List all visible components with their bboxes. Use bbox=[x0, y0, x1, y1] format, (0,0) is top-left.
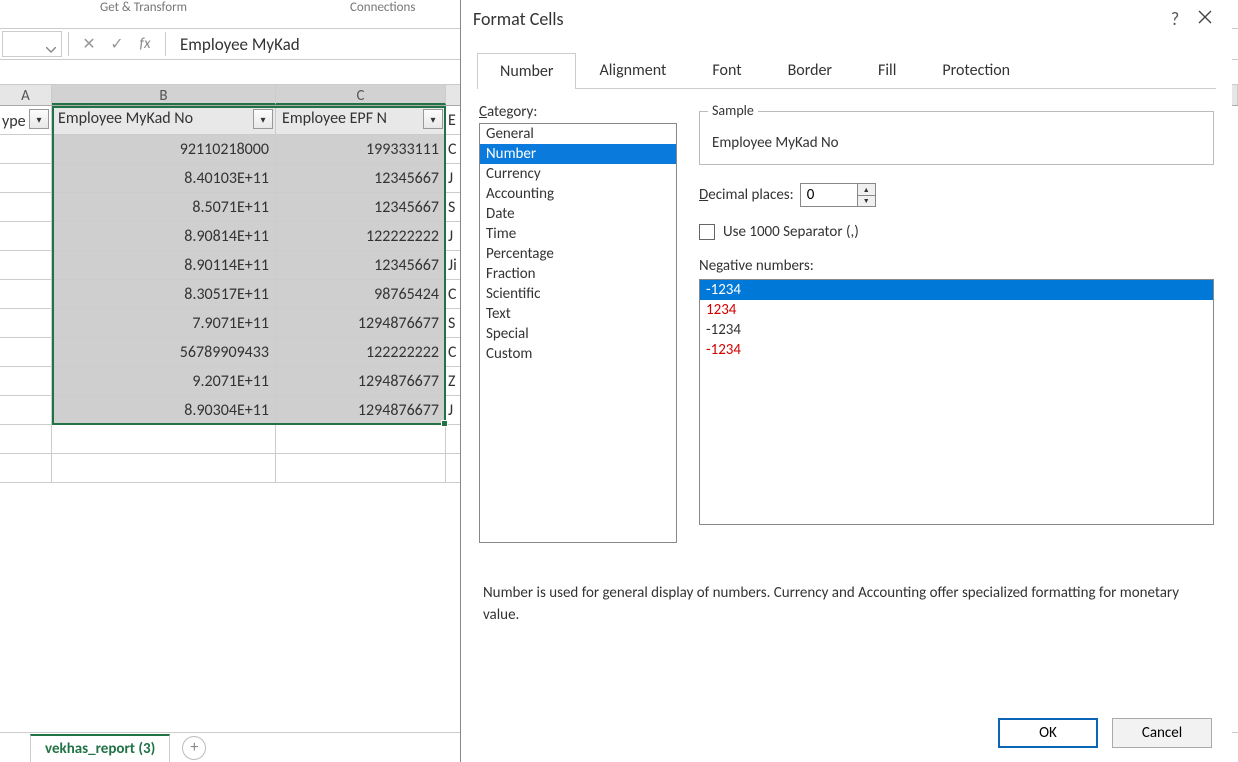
cell[interactable] bbox=[0, 135, 52, 164]
format-description: Number is used for general display of nu… bbox=[461, 543, 1232, 627]
filter-button[interactable]: ▾ bbox=[29, 109, 49, 129]
ok-button[interactable]: OK bbox=[998, 718, 1098, 748]
negative-numbers-label: Negative numbers: bbox=[699, 257, 1214, 275]
negative-number-option[interactable]: -1234 bbox=[700, 340, 1213, 360]
category-option[interactable]: Custom bbox=[480, 344, 676, 364]
help-icon[interactable]: ? bbox=[1160, 8, 1190, 30]
category-option[interactable]: Accounting bbox=[480, 184, 676, 204]
dialog-tabs: NumberAlignmentFontBorderFillProtection bbox=[477, 52, 1216, 89]
cell[interactable]: 8.30517E+11 bbox=[52, 280, 276, 309]
cell[interactable] bbox=[0, 338, 52, 367]
negative-number-option[interactable]: 1234 bbox=[700, 300, 1213, 320]
fx-icon[interactable]: fx bbox=[131, 31, 159, 57]
thousand-separator-row[interactable]: Use 1000 Separator (,) bbox=[699, 223, 1214, 241]
col-header-b[interactable]: B bbox=[52, 85, 276, 105]
spinner-up-icon[interactable]: ▲ bbox=[858, 184, 875, 196]
negative-number-option[interactable]: -1234 bbox=[700, 320, 1213, 340]
sample-box: Sample Employee MyKad No bbox=[699, 111, 1214, 165]
cell[interactable]: 122222222 bbox=[276, 222, 446, 251]
cell[interactable]: 12345667 bbox=[276, 164, 446, 193]
cell[interactable]: 122222222 bbox=[276, 338, 446, 367]
cell[interactable] bbox=[0, 309, 52, 338]
cell[interactable]: 92110218000 bbox=[52, 135, 276, 164]
cell[interactable] bbox=[0, 222, 52, 251]
dialog-titlebar: Format Cells ? bbox=[461, 0, 1232, 38]
thousand-separator-label: Use 1000 Separator (,) bbox=[723, 223, 859, 241]
cell[interactable]: 9.2071E+11 bbox=[52, 367, 276, 396]
category-option[interactable]: Time bbox=[480, 224, 676, 244]
cell[interactable]: 8.90814E+11 bbox=[52, 222, 276, 251]
cell[interactable] bbox=[0, 396, 52, 425]
ribbon-group-connections: Connections bbox=[350, 0, 415, 15]
cell[interactable]: 12345667 bbox=[276, 251, 446, 280]
cell-b-header: Employee MyKad No ▾ bbox=[52, 106, 276, 135]
category-option[interactable]: Text bbox=[480, 304, 676, 324]
sample-value: Employee MyKad No bbox=[710, 132, 1203, 154]
cell-a-header: ype ▾ bbox=[0, 106, 52, 135]
cancel-formula-icon[interactable]: ✕ bbox=[75, 31, 103, 57]
decimal-places-input[interactable] bbox=[801, 184, 857, 206]
name-box[interactable] bbox=[2, 31, 62, 57]
decimal-places-label: Decimal places: bbox=[699, 186, 794, 204]
cell[interactable]: 12345667 bbox=[276, 193, 446, 222]
sheet-tab-active[interactable]: vekhas_report (3) bbox=[30, 734, 170, 762]
cell[interactable]: 8.90304E+11 bbox=[52, 396, 276, 425]
negative-number-option[interactable]: -1234 bbox=[700, 280, 1213, 300]
cell[interactable]: 7.9071E+11 bbox=[52, 309, 276, 338]
cell-c-header: Employee EPF N ▾ bbox=[276, 106, 446, 135]
decimal-places-spinner[interactable]: ▲ ▼ bbox=[800, 183, 876, 207]
category-option[interactable]: Date bbox=[480, 204, 676, 224]
thousand-separator-checkbox[interactable] bbox=[699, 224, 715, 240]
filter-button[interactable]: ▾ bbox=[423, 109, 443, 129]
cancel-button[interactable]: Cancel bbox=[1112, 718, 1212, 748]
col-header-c[interactable]: C bbox=[276, 85, 446, 105]
tab-number[interactable]: Number bbox=[477, 53, 576, 89]
close-icon[interactable] bbox=[1190, 10, 1220, 29]
cell[interactable]: 98765424 bbox=[276, 280, 446, 309]
cell[interactable]: 1294876677 bbox=[276, 367, 446, 396]
cell[interactable]: 56789909433 bbox=[52, 338, 276, 367]
tab-border[interactable]: Border bbox=[765, 52, 855, 88]
negative-numbers-list[interactable]: -12341234-1234-1234 bbox=[699, 279, 1214, 525]
category-option[interactable]: Percentage bbox=[480, 244, 676, 264]
divider bbox=[165, 32, 166, 56]
divider bbox=[68, 32, 69, 56]
enter-formula-icon[interactable]: ✓ bbox=[103, 31, 131, 57]
decimal-places-row: Decimal places: ▲ ▼ bbox=[699, 183, 1214, 207]
cell[interactable] bbox=[0, 251, 52, 280]
format-cells-dialog: Format Cells ? NumberAlignmentFontBorder… bbox=[460, 0, 1232, 762]
ribbon-group-get-transform: Get & Transform bbox=[100, 0, 187, 15]
category-option[interactable]: General bbox=[480, 124, 676, 144]
tab-font[interactable]: Font bbox=[689, 52, 764, 88]
cell[interactable] bbox=[0, 280, 52, 309]
tab-protection[interactable]: Protection bbox=[919, 52, 1033, 88]
filter-button[interactable]: ▾ bbox=[253, 109, 273, 129]
cell[interactable] bbox=[0, 164, 52, 193]
cell[interactable]: 8.5071E+11 bbox=[52, 193, 276, 222]
cell[interactable]: 8.90114E+11 bbox=[52, 251, 276, 280]
spinner-down-icon[interactable]: ▼ bbox=[858, 196, 875, 207]
col-header-a[interactable]: A bbox=[0, 85, 52, 105]
category-label: Category: bbox=[479, 103, 679, 121]
chevron-down-icon[interactable] bbox=[46, 40, 58, 48]
dialog-footer: OK Cancel bbox=[998, 718, 1212, 748]
category-option[interactable]: Special bbox=[480, 324, 676, 344]
add-sheet-button[interactable]: + bbox=[182, 736, 206, 760]
cell[interactable]: 1294876677 bbox=[276, 396, 446, 425]
cell[interactable] bbox=[0, 367, 52, 396]
cell[interactable]: 199333111 bbox=[276, 135, 446, 164]
cell[interactable]: 8.40103E+11 bbox=[52, 164, 276, 193]
cell[interactable] bbox=[0, 193, 52, 222]
category-list[interactable]: GeneralNumberCurrencyAccountingDateTimeP… bbox=[479, 123, 677, 543]
sample-label: Sample bbox=[708, 102, 758, 119]
category-option[interactable]: Fraction bbox=[480, 264, 676, 284]
tab-alignment[interactable]: Alignment bbox=[576, 52, 689, 88]
category-option[interactable]: Number bbox=[480, 144, 676, 164]
category-option[interactable]: Currency bbox=[480, 164, 676, 184]
dialog-title-text: Format Cells bbox=[473, 8, 564, 30]
category-option[interactable]: Scientific bbox=[480, 284, 676, 304]
cell[interactable]: 1294876677 bbox=[276, 309, 446, 338]
tab-fill[interactable]: Fill bbox=[855, 52, 919, 88]
